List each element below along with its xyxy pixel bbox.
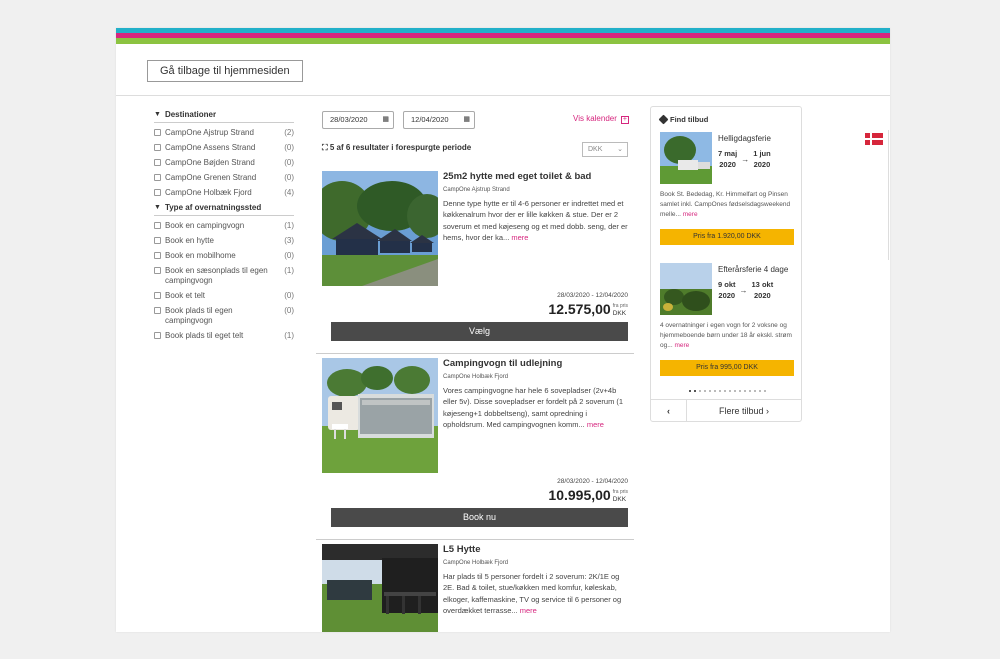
listing-description: Denne type hytte er til 4-6 personer er … bbox=[443, 199, 628, 243]
listing-body: L5 Hytte CampOne Holbæk Fjord Har plads … bbox=[443, 544, 629, 617]
offer-photo bbox=[660, 132, 712, 184]
checkbox[interactable] bbox=[154, 267, 161, 274]
chevron-down-icon: ⌄ bbox=[617, 146, 623, 153]
more-link[interactable]: mere bbox=[587, 420, 604, 429]
checkbox[interactable] bbox=[154, 189, 161, 196]
chevron-left-icon[interactable]: ‹ bbox=[651, 400, 687, 421]
filter-item[interactable]: CampOne Holbæk Fjord (4) bbox=[154, 188, 294, 198]
danish-flag-icon[interactable] bbox=[865, 133, 883, 145]
offer-price-button[interactable]: Pris fra 1.920,00 DKK bbox=[660, 229, 794, 245]
chevron-right-icon: › bbox=[766, 406, 770, 416]
listing-card: L5 Hytte CampOne Holbæk Fjord Har plads … bbox=[316, 544, 634, 632]
offer-title: Efterårsferie 4 dage bbox=[718, 265, 789, 274]
more-offers-button[interactable]: Flere tilbud › bbox=[687, 400, 801, 421]
calendar-icon: ▦ bbox=[463, 116, 470, 123]
collapse-triangle-icon: ▼ bbox=[154, 204, 161, 211]
listing-price: 12.575,00 fra pris DKK bbox=[548, 301, 628, 317]
listing-card: Campingvogn til udlejning CampOne Holbæk… bbox=[316, 358, 634, 540]
filter-item[interactable]: Book en mobilhome (0) bbox=[154, 251, 294, 261]
offer-description: 4 overnatninger i egen vogn for 2 voksne… bbox=[660, 322, 792, 349]
type-filter-header[interactable]: ▼ Type af overnatningssted bbox=[154, 203, 294, 216]
checkbox[interactable] bbox=[154, 174, 161, 181]
filter-item[interactable]: Book en campingvogn (1) bbox=[154, 221, 294, 231]
offers-panel: Find tilbud Helligdagsferie 7 maj 2020 → … bbox=[650, 106, 802, 422]
offer-dates: 9 okt 2020 → 13 okt 2020 bbox=[718, 280, 774, 300]
checkbox[interactable] bbox=[154, 144, 161, 151]
brand-stripes bbox=[116, 28, 890, 44]
checkbox[interactable] bbox=[154, 237, 161, 244]
checkbox[interactable] bbox=[154, 292, 161, 299]
calendar-icon: ▦ bbox=[382, 116, 389, 123]
date-to-input[interactable]: 12/04/2020 ▦ bbox=[403, 111, 475, 129]
listing-title[interactable]: 25m2 hytte med eget toilet & bad bbox=[443, 171, 629, 182]
listing-title[interactable]: Campingvogn til udlejning bbox=[443, 358, 629, 369]
currency-select[interactable]: DKK ⌄ bbox=[582, 142, 628, 157]
listing-price: 10.995,00 fra pris DKK bbox=[548, 487, 628, 503]
results-count: ⛶ 5 af 6 resultater i forespurgte period… bbox=[322, 143, 472, 152]
carousel-dots bbox=[660, 390, 794, 392]
offer-description: Book St. Bededag, Kr. Himmelfart og Pins… bbox=[660, 191, 791, 218]
arrow-right-icon: → bbox=[739, 285, 748, 295]
listing-site: CampOne Holbæk Fjord bbox=[443, 560, 509, 566]
back-to-home-button[interactable]: Gå tilbage til hjemmesiden bbox=[147, 60, 303, 82]
date-from-input[interactable]: 28/03/2020 ▦ bbox=[322, 111, 394, 129]
filter-item[interactable]: CampOne Bøjden Strand (0) bbox=[154, 158, 294, 168]
checkbox[interactable] bbox=[154, 129, 161, 136]
listing-title[interactable]: L5 Hytte bbox=[443, 544, 629, 555]
listing-description: Vores campingvogne har hele 6 sovepladse… bbox=[443, 386, 624, 430]
offer-price-button[interactable]: Pris fra 995,00 DKK bbox=[660, 360, 794, 376]
checkbox[interactable] bbox=[154, 307, 161, 314]
listing-description: Har plads til 5 personer fordelt i 2 sov… bbox=[443, 572, 622, 616]
more-link[interactable]: mere bbox=[674, 342, 689, 349]
listing-body: 25m2 hytte med eget toilet & bad CampOne… bbox=[443, 171, 629, 244]
more-link[interactable]: mere bbox=[683, 211, 698, 218]
more-link[interactable]: mere bbox=[520, 606, 537, 615]
listing-dates: 28/03/2020 - 12/04/2020 bbox=[557, 478, 628, 485]
plus-icon: + bbox=[620, 116, 629, 124]
offers-nav: ‹ Flere tilbud › bbox=[651, 399, 801, 421]
filter-sidebar: ▼ Destinationer CampOne Ajstrup Strand (2… bbox=[154, 110, 294, 346]
offers-header: Find tilbud bbox=[651, 107, 801, 125]
listing-card: 25m2 hytte med eget toilet & bad CampOne… bbox=[316, 171, 634, 354]
types-list: Book en campingvogn (1) Book en hytte (3) … bbox=[154, 221, 294, 341]
caravan-photo[interactable] bbox=[322, 358, 438, 473]
listing-site: CampOne Ajstrup Strand bbox=[443, 187, 510, 193]
cabin-terrace-photo[interactable] bbox=[322, 544, 438, 632]
arrow-right-icon: → bbox=[741, 154, 750, 164]
filter-item[interactable]: Book en sæsonplads til egen campingvogn(… bbox=[154, 266, 294, 286]
cabin-photo[interactable] bbox=[322, 171, 438, 286]
binoculars-icon: ⛶ bbox=[322, 143, 328, 152]
destinations-list: CampOne Ajstrup Strand (2) CampOne Assens… bbox=[154, 128, 294, 198]
show-calendar-link[interactable]: Vis kalender + bbox=[573, 114, 629, 124]
more-link[interactable]: mere bbox=[511, 233, 528, 242]
checkbox[interactable] bbox=[154, 222, 161, 229]
top-bar: Gå tilbage til hjemmesiden bbox=[116, 44, 890, 96]
checkbox[interactable] bbox=[154, 332, 161, 339]
checkbox[interactable] bbox=[154, 252, 161, 259]
offer-title: Helligdagsferie bbox=[718, 134, 771, 143]
scrollbar[interactable] bbox=[888, 130, 889, 260]
book-now-button[interactable]: Book nu bbox=[331, 508, 628, 527]
select-button[interactable]: Vælg bbox=[331, 322, 628, 341]
collapse-triangle-icon: ▼ bbox=[154, 111, 161, 118]
offer-dates: 7 maj 2020 → 1 jun 2020 bbox=[718, 149, 771, 169]
page-frame: Gå tilbage til hjemmesiden ▼ Destination… bbox=[116, 28, 890, 632]
destinations-filter-header[interactable]: ▼ Destinationer bbox=[154, 110, 294, 123]
checkbox[interactable] bbox=[154, 159, 161, 166]
filter-item[interactable]: CampOne Ajstrup Strand (2) bbox=[154, 128, 294, 138]
listing-site: CampOne Holbæk Fjord bbox=[443, 374, 509, 380]
offer-photo bbox=[660, 263, 712, 315]
filter-item[interactable]: CampOne Assens Strand (0) bbox=[154, 143, 294, 153]
listing-dates: 28/03/2020 - 12/04/2020 bbox=[557, 292, 628, 299]
filter-item[interactable]: Book plads til egen campingvogn (0) bbox=[154, 306, 294, 326]
filter-item[interactable]: Book plads til eget telt (1) bbox=[154, 331, 294, 341]
listing-body: Campingvogn til udlejning CampOne Holbæk… bbox=[443, 358, 629, 431]
filter-item[interactable]: CampOne Grenen Strand (0) bbox=[154, 173, 294, 183]
filter-item[interactable]: Book en hytte (3) bbox=[154, 236, 294, 246]
filter-item[interactable]: Book et telt (0) bbox=[154, 291, 294, 301]
tag-icon bbox=[658, 114, 669, 125]
